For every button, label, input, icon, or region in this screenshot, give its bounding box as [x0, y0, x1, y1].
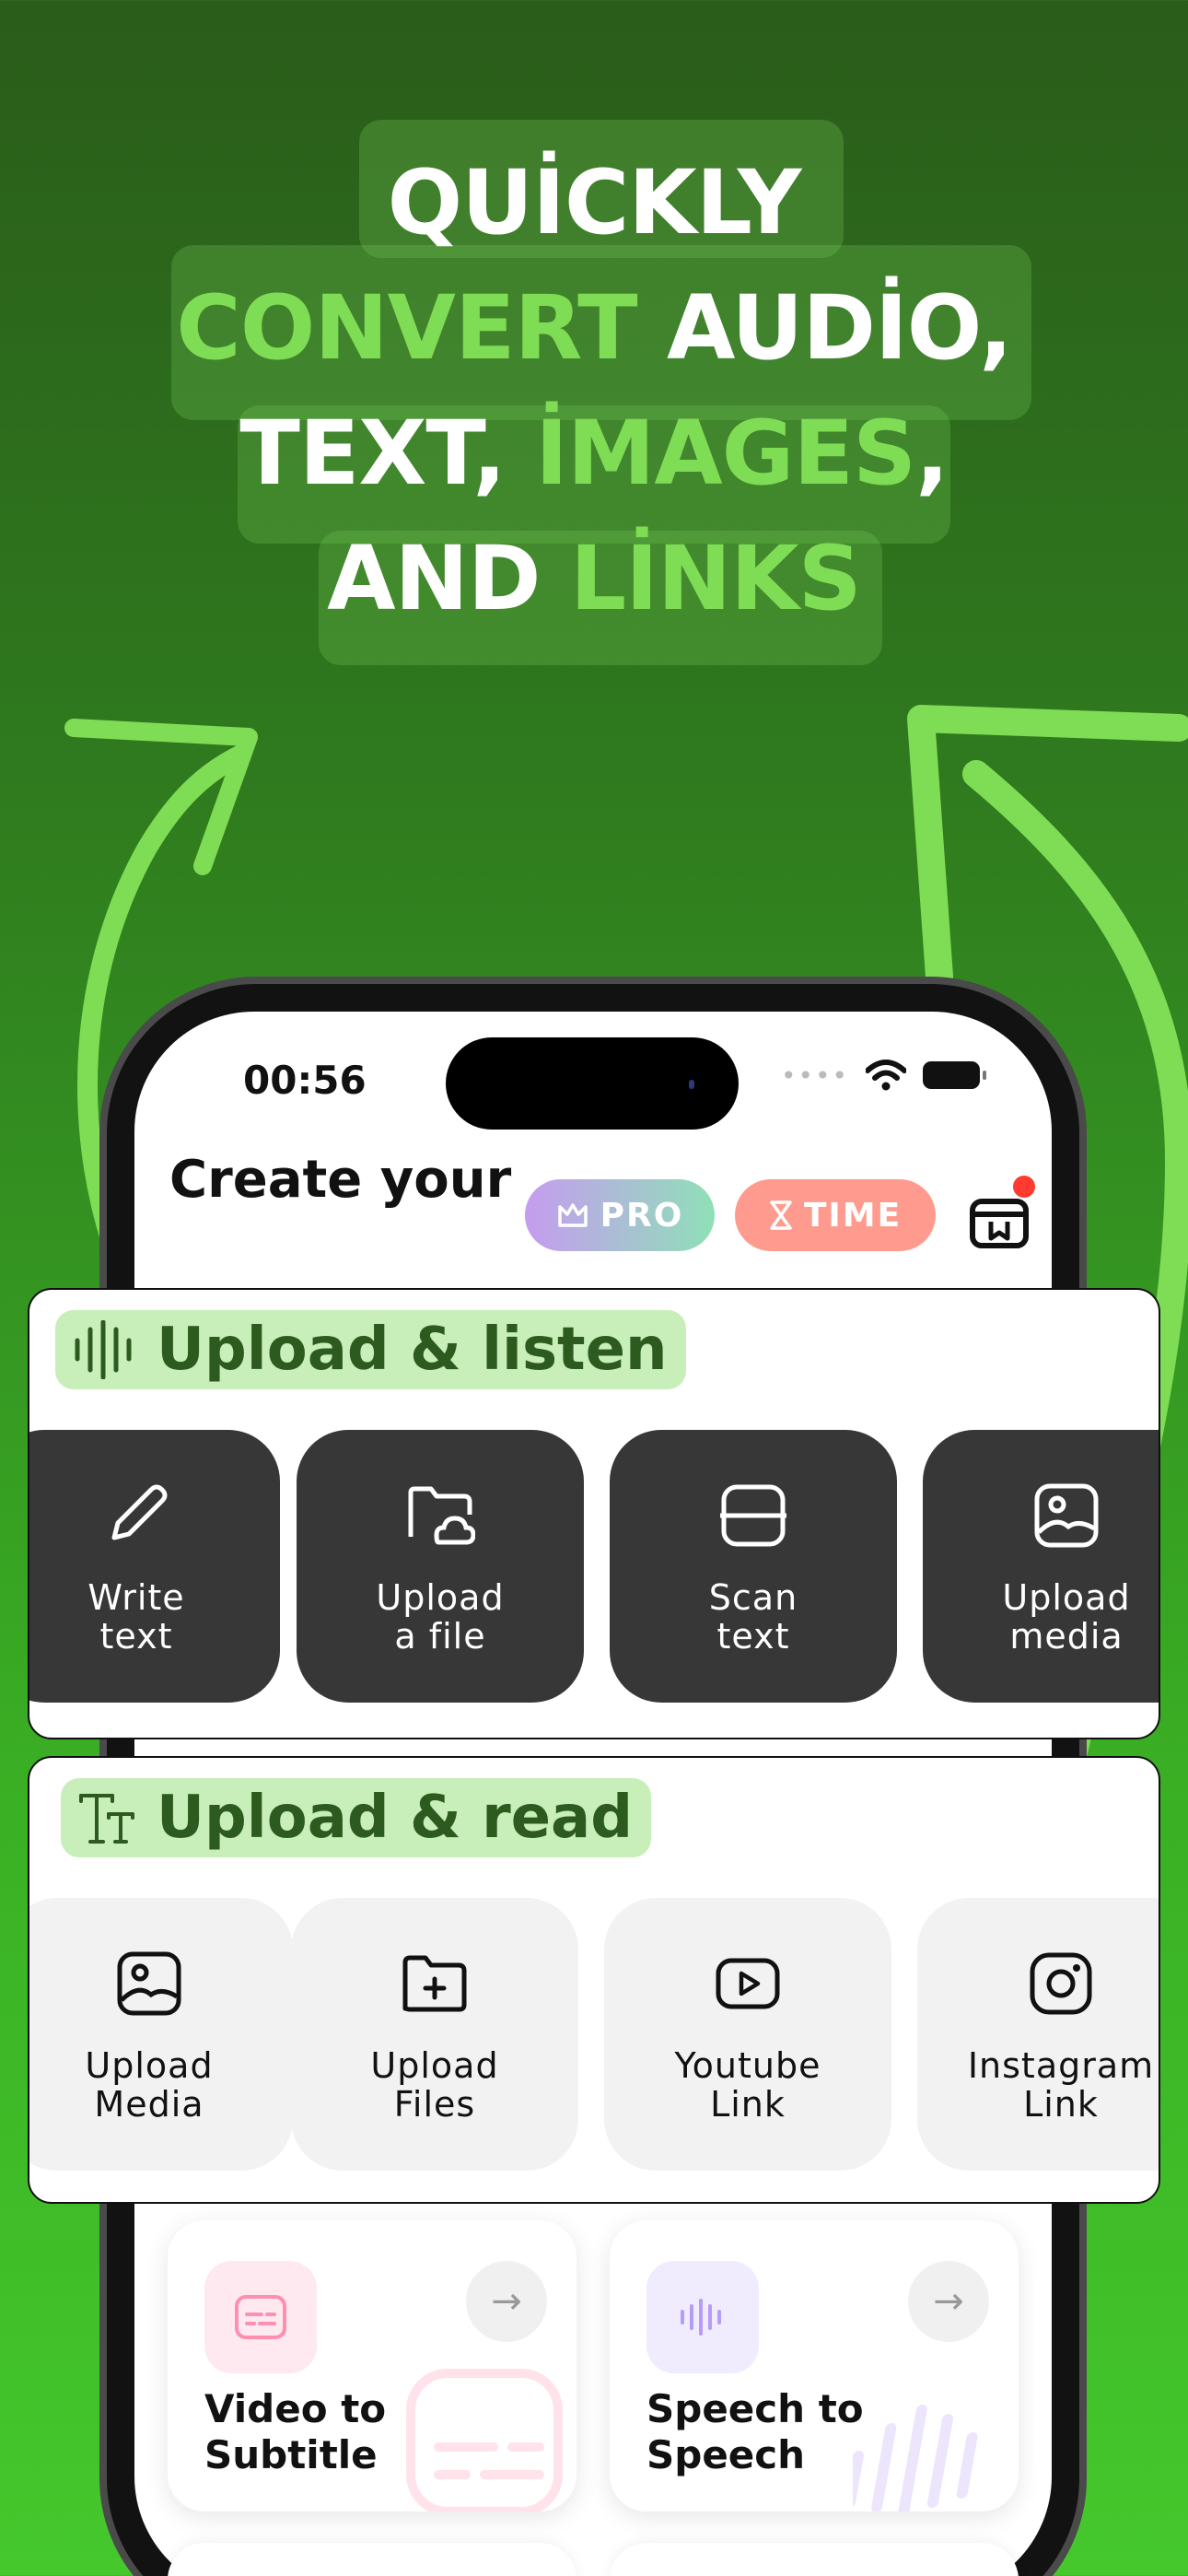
pencil-icon [98, 1477, 175, 1554]
upload-listen-panel: Upload & listen Write text Upload a file… [28, 1288, 1160, 1739]
youtube-icon [709, 1945, 786, 2022]
arrow-right-icon[interactable]: → [908, 2261, 989, 2342]
feature-card-video-subtitle[interactable]: → Video to Subtitle [168, 2220, 577, 2512]
pro-label: PRO [600, 1196, 684, 1235]
arrow-right-icon[interactable]: → [466, 2261, 547, 2342]
headline-text: AUDİO, [636, 276, 1013, 380]
section-title: Upload & read [157, 1784, 634, 1852]
status-time: 00:56 [243, 1058, 367, 1103]
tile-label: Write text [87, 1577, 185, 1657]
signal-icon: •••• [780, 1060, 849, 1091]
page-title: Create your [169, 1150, 512, 1210]
headline-text: AND [327, 527, 570, 630]
gift-button[interactable] [967, 1176, 1035, 1249]
upload-read-header: Upload & read [61, 1778, 652, 1857]
image-icon [1028, 1477, 1105, 1554]
tile-label: Upload a file [376, 1577, 505, 1657]
headline-line-4: AND LİNKS [0, 527, 1188, 630]
crown-icon [557, 1203, 588, 1227]
scan-icon [715, 1477, 792, 1554]
write-text-button[interactable]: Write text [29, 1430, 280, 1703]
waveform-icon [75, 1320, 132, 1379]
tile-label: Instagram Link [967, 2045, 1155, 2125]
folder-cloud-icon [402, 1477, 479, 1554]
subtitle-icon [204, 2261, 317, 2373]
feature-label: Speech to Speech [646, 2386, 864, 2477]
headline-accent: CONVERT [176, 276, 637, 380]
headline-text: TEXT, [239, 402, 536, 505]
upload-file-button[interactable]: Upload a file [297, 1430, 584, 1703]
waveform-decoration-icon [853, 2405, 978, 2512]
feature-card-partial [168, 2543, 577, 2576]
headline-line-2: CONVERT AUDİO, [0, 276, 1188, 380]
time-label: TIME [803, 1196, 903, 1235]
instagram-icon [1022, 1945, 1100, 2022]
tile-label: Youtube Link [674, 2045, 821, 2125]
tile-label: Upload Media [85, 2045, 214, 2125]
time-button[interactable]: TIME [735, 1179, 936, 1251]
folder-plus-icon [396, 1945, 473, 2022]
upload-media-link-button[interactable]: Upload Media [29, 1898, 293, 2171]
headline-line-1: QUİCKLY [0, 151, 1188, 254]
feature-card-partial [610, 2543, 1019, 2576]
subtitle-decoration-icon [406, 2369, 563, 2512]
camera-dot [689, 1080, 694, 1089]
feature-card-speech-speech[interactable]: → Speech to Speech [610, 2220, 1019, 2512]
youtube-link-button[interactable]: Youtube Link [604, 1898, 891, 2171]
notification-badge [1013, 1176, 1035, 1198]
scan-text-button[interactable]: Scan text [610, 1430, 897, 1703]
upload-read-panel: Upload & read Upload Media Upload Files … [28, 1756, 1160, 2204]
wifi-icon [866, 1060, 906, 1091]
headline: QUİCKLY CONVERT AUDİO, TEXT, İMAGES, AND… [0, 0, 1188, 700]
headline-line-3: TEXT, İMAGES, [0, 402, 1188, 505]
upload-media-button[interactable]: Upload media [923, 1430, 1159, 1703]
upload-files-button[interactable]: Upload Files [291, 1898, 578, 2171]
section-title: Upload & listen [157, 1316, 668, 1384]
tile-label: Scan text [708, 1577, 798, 1657]
tile-label: Upload media [1002, 1577, 1131, 1657]
pro-button[interactable]: PRO [525, 1179, 715, 1251]
headline-text: , [915, 402, 949, 505]
waveform-icon [646, 2261, 759, 2373]
battery-icon [923, 1061, 986, 1089]
image-icon [111, 1945, 188, 2022]
text-size-icon [79, 1794, 134, 1844]
tile-label: Upload Files [370, 2045, 499, 2125]
dynamic-island [446, 1037, 739, 1130]
headline-accent: LİNKS [569, 527, 862, 630]
headline-accent: İMAGES [535, 402, 916, 505]
headline-text: QUİCKLY [387, 151, 802, 254]
upload-listen-header: Upload & listen [55, 1310, 686, 1389]
hourglass-icon [770, 1200, 792, 1230]
status-icons: •••• [780, 1060, 986, 1091]
instagram-link-button[interactable]: Instagram Link [917, 1898, 1159, 2171]
